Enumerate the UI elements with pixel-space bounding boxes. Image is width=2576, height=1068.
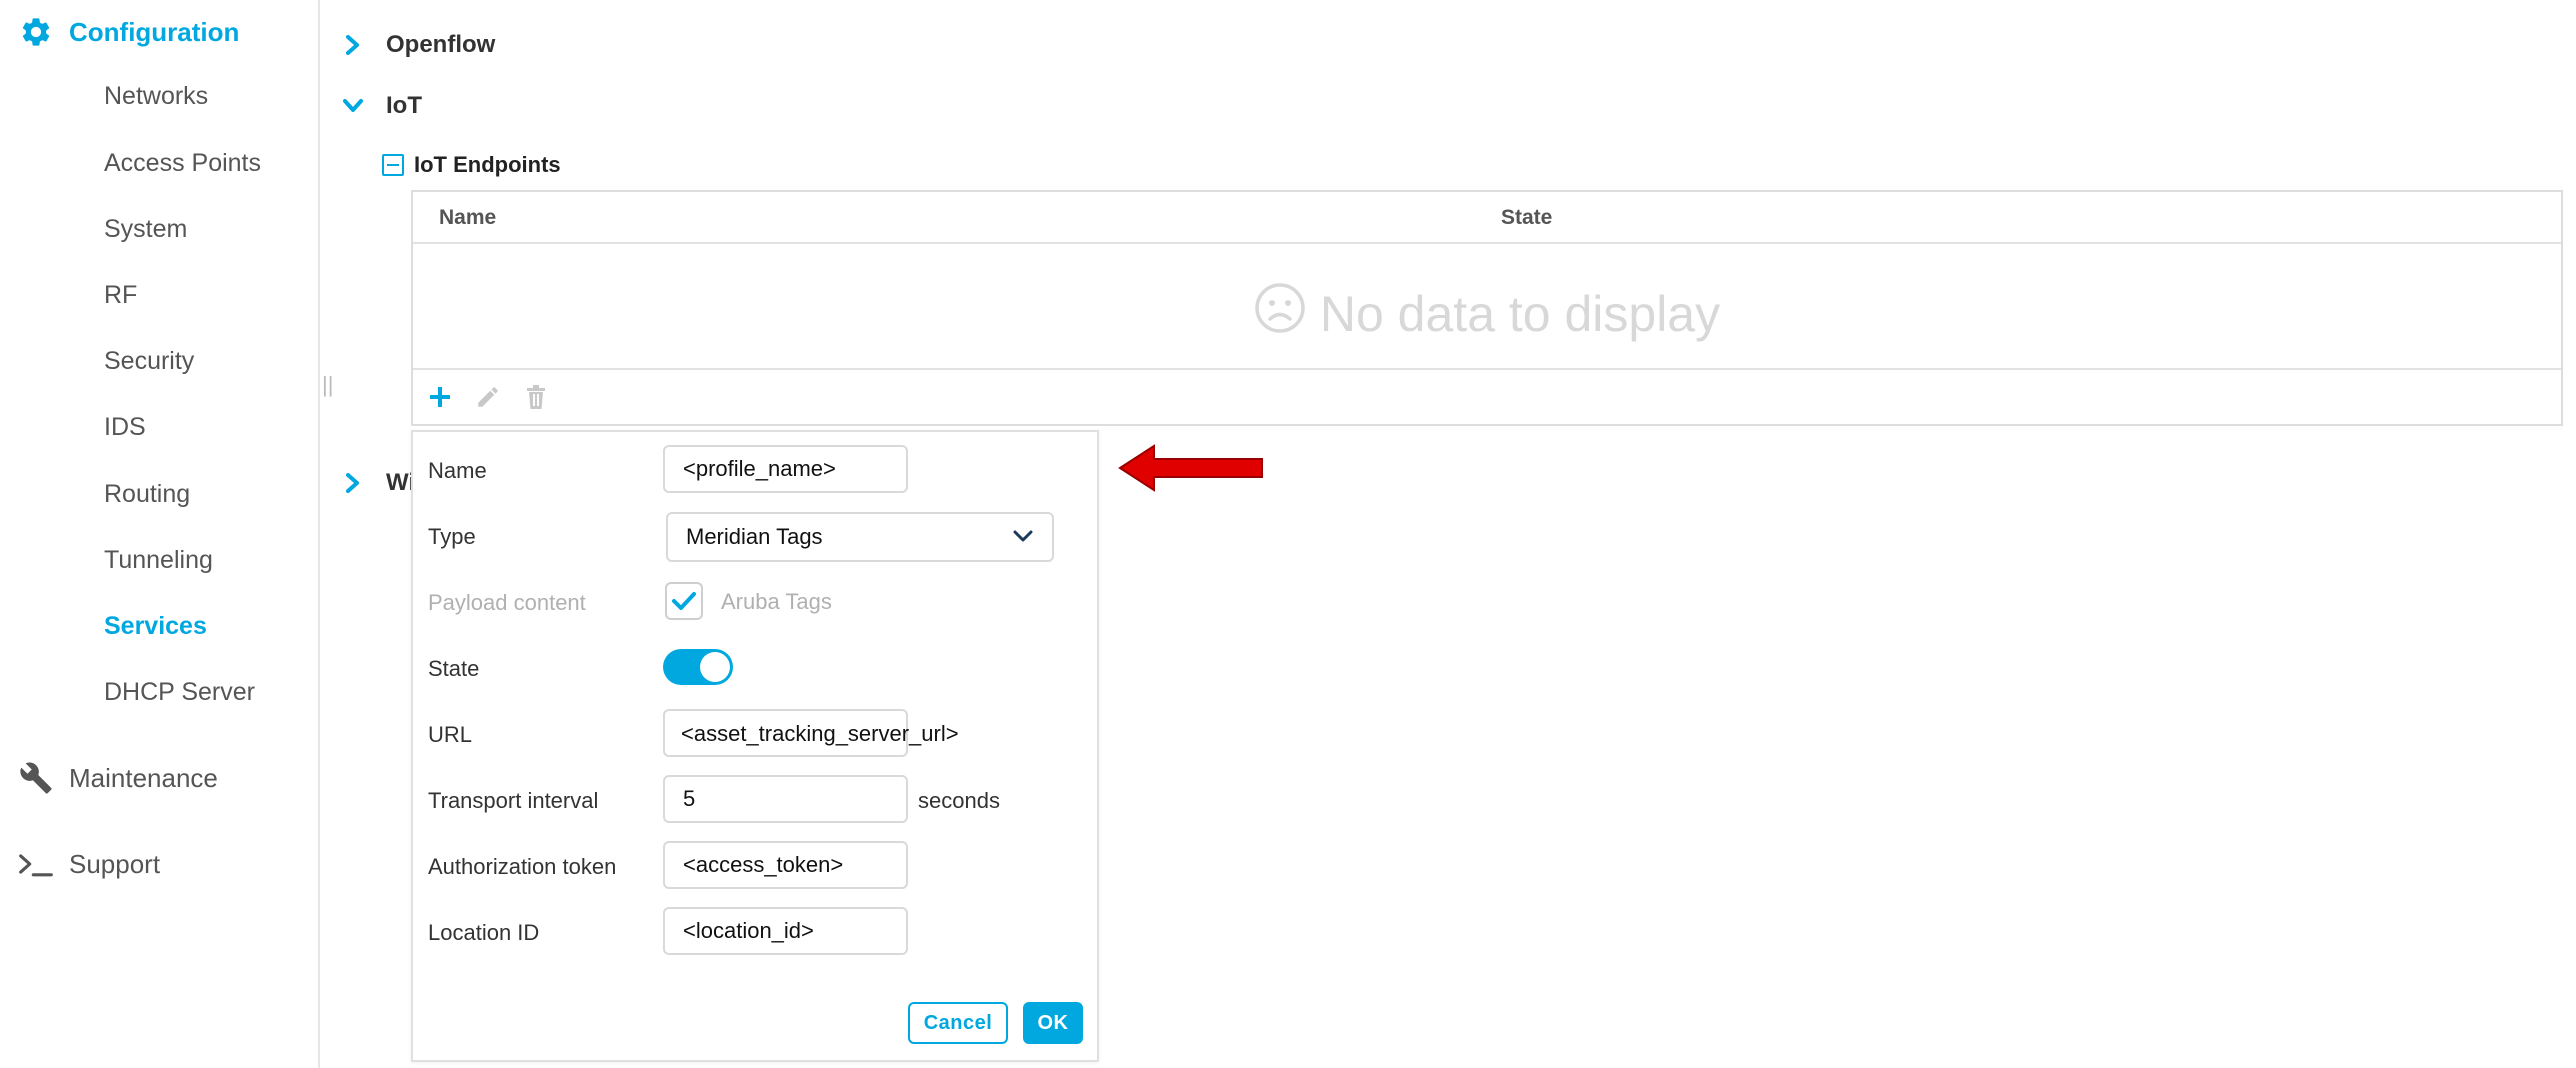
column-header-name[interactable]: Name xyxy=(439,206,496,230)
section-iot[interactable]: IoT xyxy=(338,91,422,121)
nav-support[interactable]: Support xyxy=(18,846,160,882)
sidebar-item-system[interactable]: System xyxy=(104,215,187,244)
sidebar-item-dhcp-server[interactable]: DHCP Server xyxy=(104,678,255,707)
ok-button[interactable]: OK xyxy=(1023,1002,1083,1044)
state-toggle[interactable] xyxy=(663,649,733,685)
trash-icon[interactable] xyxy=(521,382,551,412)
location-id-label: Location ID xyxy=(428,920,540,945)
wrench-icon xyxy=(18,760,54,796)
nav-maintenance-label: Maintenance xyxy=(69,762,218,793)
check-icon xyxy=(672,592,696,610)
sidebar: Configuration Networks Access Points Sys… xyxy=(0,0,320,1068)
url-label: URL xyxy=(428,722,473,747)
add-icon[interactable] xyxy=(425,382,455,412)
table-toolbar xyxy=(413,368,2561,426)
iot-endpoints-title: IoT Endpoints xyxy=(414,152,561,177)
transport-interval-input[interactable] xyxy=(663,775,908,823)
chevron-down-icon xyxy=(338,91,368,121)
section-iot-label: IoT xyxy=(386,92,422,119)
location-id-input[interactable] xyxy=(663,907,908,955)
new-endpoint-dialog: Name Type Meridian Tags Payload content … xyxy=(411,430,1099,1062)
cancel-button[interactable]: Cancel xyxy=(908,1002,1008,1044)
authorization-token-label: Authorization token xyxy=(428,854,617,879)
name-label: Name xyxy=(428,458,487,483)
authorization-token-input[interactable] xyxy=(663,841,908,889)
empty-state: No data to display xyxy=(413,282,2561,346)
section-collapsed[interactable]: Wi xyxy=(338,468,415,498)
table-header: Name State xyxy=(413,192,2561,244)
iot-endpoints-header: IoT Endpoints xyxy=(382,152,561,178)
chevron-down-icon xyxy=(1012,524,1034,550)
collapse-icon[interactable] xyxy=(382,154,404,176)
sidebar-item-ids[interactable]: IDS xyxy=(104,413,146,442)
sidebar-item-tunneling[interactable]: Tunneling xyxy=(104,546,213,575)
column-header-state[interactable]: State xyxy=(1501,206,1552,230)
state-label: State xyxy=(428,656,480,681)
transport-interval-label: Transport interval xyxy=(428,788,599,813)
sidebar-item-routing[interactable]: Routing xyxy=(104,480,190,509)
sidebar-item-access-points[interactable]: Access Points xyxy=(104,149,261,178)
nav-configuration[interactable]: Configuration xyxy=(18,14,239,50)
iot-endpoints-table: Name State No data to display xyxy=(411,190,2563,426)
edit-icon[interactable] xyxy=(473,382,503,412)
transport-interval-unit: seconds xyxy=(918,788,1000,813)
type-select-value: Meridian Tags xyxy=(686,524,823,549)
sidebar-item-services[interactable]: Services xyxy=(104,612,207,641)
sad-face-icon xyxy=(1254,282,1306,346)
annotation-arrow-icon xyxy=(1118,443,1268,498)
nav-maintenance[interactable]: Maintenance xyxy=(18,760,218,796)
gear-icon xyxy=(18,14,54,50)
chevron-right-icon xyxy=(338,468,368,498)
empty-state-text: No data to display xyxy=(1319,286,1721,342)
sidebar-item-networks[interactable]: Networks xyxy=(104,82,208,111)
type-label: Type xyxy=(428,524,476,549)
terminal-icon xyxy=(18,846,54,882)
sidebar-item-security[interactable]: Security xyxy=(104,347,194,376)
url-input[interactable] xyxy=(663,709,908,757)
chevron-right-icon xyxy=(338,30,368,60)
aruba-tags-checkbox[interactable] xyxy=(665,582,703,620)
nav-configuration-label: Configuration xyxy=(69,16,240,47)
payload-content-label: Payload content xyxy=(428,590,586,615)
nav-support-label: Support xyxy=(69,848,161,879)
sidebar-item-rf[interactable]: RF xyxy=(104,281,137,310)
toggle-knob xyxy=(700,652,730,682)
aruba-tags-label: Aruba Tags xyxy=(721,589,832,614)
section-openflow[interactable]: Openflow xyxy=(338,30,495,60)
section-openflow-label: Openflow xyxy=(386,31,496,58)
name-input[interactable] xyxy=(663,445,908,493)
sidebar-resize-handle[interactable]: || xyxy=(322,372,333,398)
type-select[interactable]: Meridian Tags xyxy=(666,512,1054,562)
